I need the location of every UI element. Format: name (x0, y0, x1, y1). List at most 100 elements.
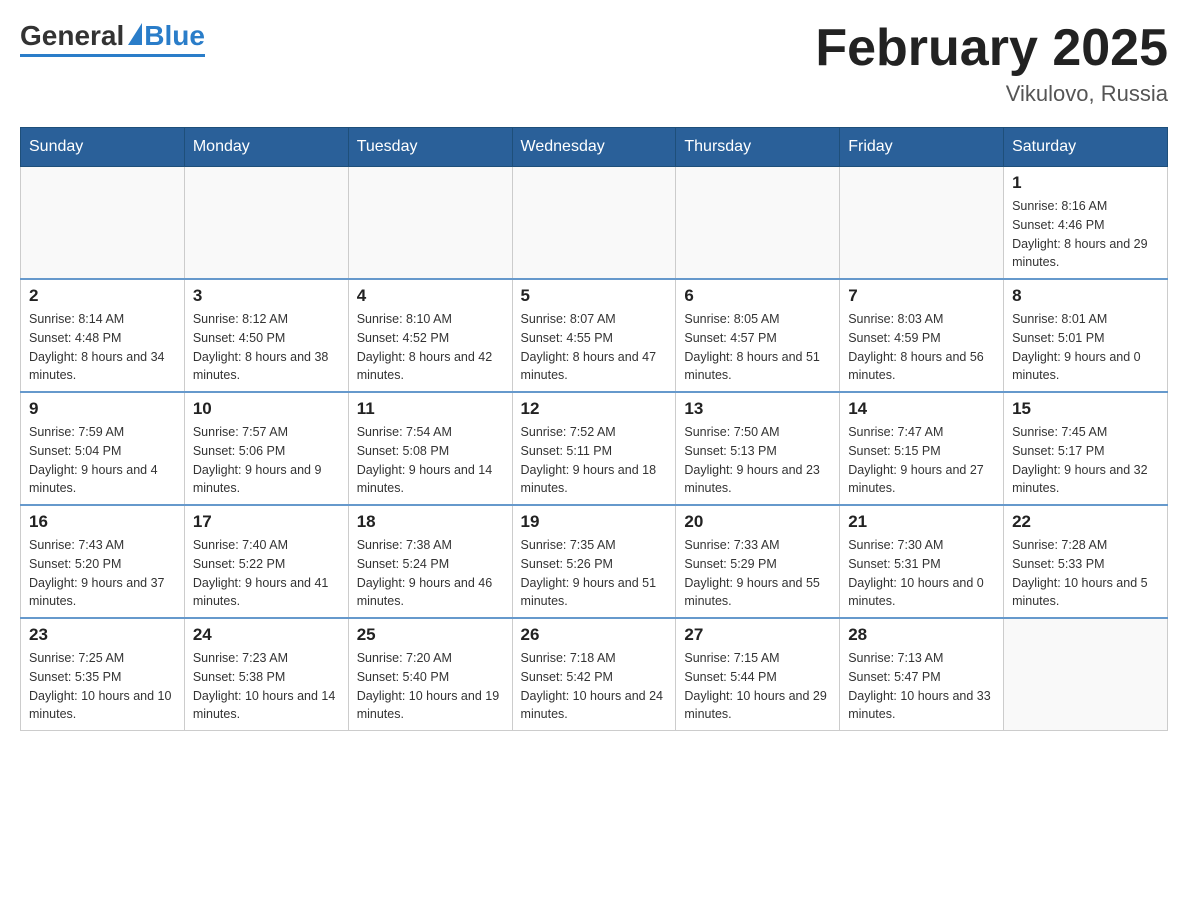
day-number: 25 (357, 625, 504, 645)
day-number: 3 (193, 286, 340, 306)
day-info: Sunrise: 8:14 AMSunset: 4:48 PMDaylight:… (29, 310, 176, 385)
calendar-cell: 22Sunrise: 7:28 AMSunset: 5:33 PMDayligh… (1004, 505, 1168, 618)
day-info: Sunrise: 7:18 AMSunset: 5:42 PMDaylight:… (521, 649, 668, 724)
calendar-cell: 9 Sunrise: 7:59 AMSunset: 5:04 PMDaylight… (21, 392, 185, 505)
day-info: Sunrise: 7:30 AMSunset: 5:31 PMDaylight:… (848, 536, 995, 611)
day-number: 24 (193, 625, 340, 645)
day-number: 23 (29, 625, 176, 645)
calendar-cell: 4 Sunrise: 8:10 AMSunset: 4:52 PMDaylight… (348, 279, 512, 392)
day-info: Sunrise: 7:33 AMSunset: 5:29 PMDaylight:… (684, 536, 831, 611)
calendar-cell: 13Sunrise: 7:50 AMSunset: 5:13 PMDayligh… (676, 392, 840, 505)
day-info: Sunrise: 7:45 AMSunset: 5:17 PMDaylight:… (1012, 423, 1159, 498)
calendar-cell (840, 167, 1004, 280)
day-info: Sunrise: 8:01 AMSunset: 5:01 PMDaylight:… (1012, 310, 1159, 385)
day-number: 28 (848, 625, 995, 645)
calendar-cell: 27 Sunrise: 7:15 AMSunset: 5:44 PMDayligh… (676, 618, 840, 731)
day-info: Sunrise: 7:40 AMSunset: 5:22 PMDaylight:… (193, 536, 340, 611)
calendar-cell: 25 Sunrise: 7:20 AMSunset: 5:40 PMDayligh… (348, 618, 512, 731)
day-info: Sunrise: 7:38 AMSunset: 5:24 PMDaylight:… (357, 536, 504, 611)
calendar-cell: 18 Sunrise: 7:38 AMSunset: 5:24 PMDayligh… (348, 505, 512, 618)
calendar-cell: 17 Sunrise: 7:40 AMSunset: 5:22 PMDayligh… (184, 505, 348, 618)
day-number: 9 (29, 399, 176, 419)
day-number: 5 (521, 286, 668, 306)
location-title: Vikulovo, Russia (815, 81, 1168, 107)
day-info: Sunrise: 7:43 AMSunset: 5:20 PMDaylight:… (29, 536, 176, 611)
calendar-cell (184, 167, 348, 280)
day-number: 13 (684, 399, 831, 419)
weekday-header-tuesday: Tuesday (348, 128, 512, 167)
calendar-cell (1004, 618, 1168, 731)
calendar-cell: 1 Sunrise: 8:16 AMSunset: 4:46 PMDaylight… (1004, 167, 1168, 280)
day-info: Sunrise: 7:20 AMSunset: 5:40 PMDaylight:… (357, 649, 504, 724)
calendar-cell: 10 Sunrise: 7:57 AMSunset: 5:06 PMDayligh… (184, 392, 348, 505)
weekday-header-thursday: Thursday (676, 128, 840, 167)
calendar-cell: 26Sunrise: 7:18 AMSunset: 5:42 PMDayligh… (512, 618, 676, 731)
logo-underline (20, 54, 205, 57)
calendar-cell: 14 Sunrise: 7:47 AMSunset: 5:15 PMDayligh… (840, 392, 1004, 505)
calendar-week-5: 23 Sunrise: 7:25 AMSunset: 5:35 PMDayligh… (21, 618, 1168, 731)
calendar-cell: 23 Sunrise: 7:25 AMSunset: 5:35 PMDayligh… (21, 618, 185, 731)
logo-blue-text: Blue (144, 20, 205, 52)
day-number: 4 (357, 286, 504, 306)
calendar-cell (348, 167, 512, 280)
weekday-header-wednesday: Wednesday (512, 128, 676, 167)
day-number: 15 (1012, 399, 1159, 419)
day-info: Sunrise: 7:54 AMSunset: 5:08 PMDaylight:… (357, 423, 504, 498)
day-number: 2 (29, 286, 176, 306)
day-info: Sunrise: 8:16 AMSunset: 4:46 PMDaylight:… (1012, 197, 1159, 272)
calendar-cell: 3Sunrise: 8:12 AMSunset: 4:50 PMDaylight… (184, 279, 348, 392)
calendar-cell: 12 Sunrise: 7:52 AMSunset: 5:11 PMDayligh… (512, 392, 676, 505)
page-header: General Blue February 2025 Vikulovo, Rus… (20, 20, 1168, 107)
day-info: Sunrise: 7:52 AMSunset: 5:11 PMDaylight:… (521, 423, 668, 498)
day-info: Sunrise: 8:07 AMSunset: 4:55 PMDaylight:… (521, 310, 668, 385)
weekday-header-saturday: Saturday (1004, 128, 1168, 167)
day-info: Sunrise: 7:47 AMSunset: 5:15 PMDaylight:… (848, 423, 995, 498)
logo-triangle-icon (128, 23, 142, 45)
day-number: 8 (1012, 286, 1159, 306)
day-info: Sunrise: 7:28 AMSunset: 5:33 PMDaylight:… (1012, 536, 1159, 611)
logo-general-text: General (20, 20, 124, 52)
calendar-cell: 7Sunrise: 8:03 AMSunset: 4:59 PMDaylight… (840, 279, 1004, 392)
calendar-cell (512, 167, 676, 280)
logo: General Blue (20, 20, 205, 57)
day-number: 10 (193, 399, 340, 419)
calendar-header-row: SundayMondayTuesdayWednesdayThursdayFrid… (21, 128, 1168, 167)
calendar-table: SundayMondayTuesdayWednesdayThursdayFrid… (20, 127, 1168, 731)
day-number: 18 (357, 512, 504, 532)
day-info: Sunrise: 8:05 AMSunset: 4:57 PMDaylight:… (684, 310, 831, 385)
calendar-cell: 21 Sunrise: 7:30 AMSunset: 5:31 PMDayligh… (840, 505, 1004, 618)
day-info: Sunrise: 7:13 AMSunset: 5:47 PMDaylight:… (848, 649, 995, 724)
day-info: Sunrise: 8:10 AMSunset: 4:52 PMDaylight:… (357, 310, 504, 385)
month-title: February 2025 (815, 20, 1168, 77)
day-number: 19 (521, 512, 668, 532)
calendar-week-3: 9 Sunrise: 7:59 AMSunset: 5:04 PMDaylight… (21, 392, 1168, 505)
calendar-cell: 24Sunrise: 7:23 AMSunset: 5:38 PMDayligh… (184, 618, 348, 731)
day-info: Sunrise: 7:15 AMSunset: 5:44 PMDaylight:… (684, 649, 831, 724)
day-number: 12 (521, 399, 668, 419)
day-number: 11 (357, 399, 504, 419)
calendar-week-2: 2 Sunrise: 8:14 AMSunset: 4:48 PMDaylight… (21, 279, 1168, 392)
calendar-week-1: 1 Sunrise: 8:16 AMSunset: 4:46 PMDaylight… (21, 167, 1168, 280)
day-number: 16 (29, 512, 176, 532)
day-info: Sunrise: 7:25 AMSunset: 5:35 PMDaylight:… (29, 649, 176, 724)
day-info: Sunrise: 7:57 AMSunset: 5:06 PMDaylight:… (193, 423, 340, 498)
day-number: 20 (684, 512, 831, 532)
day-number: 17 (193, 512, 340, 532)
calendar-cell: 11 Sunrise: 7:54 AMSunset: 5:08 PMDayligh… (348, 392, 512, 505)
day-info: Sunrise: 7:59 AMSunset: 5:04 PMDaylight:… (29, 423, 176, 498)
day-number: 14 (848, 399, 995, 419)
calendar-cell: 15 Sunrise: 7:45 AMSunset: 5:17 PMDayligh… (1004, 392, 1168, 505)
title-block: February 2025 Vikulovo, Russia (815, 20, 1168, 107)
day-number: 27 (684, 625, 831, 645)
weekday-header-monday: Monday (184, 128, 348, 167)
day-number: 6 (684, 286, 831, 306)
calendar-cell: 19 Sunrise: 7:35 AMSunset: 5:26 PMDayligh… (512, 505, 676, 618)
calendar-cell: 28 Sunrise: 7:13 AMSunset: 5:47 PMDayligh… (840, 618, 1004, 731)
weekday-header-sunday: Sunday (21, 128, 185, 167)
calendar-cell: 8 Sunrise: 8:01 AMSunset: 5:01 PMDaylight… (1004, 279, 1168, 392)
day-number: 21 (848, 512, 995, 532)
calendar-cell: 20 Sunrise: 7:33 AMSunset: 5:29 PMDayligh… (676, 505, 840, 618)
day-info: Sunrise: 7:35 AMSunset: 5:26 PMDaylight:… (521, 536, 668, 611)
day-number: 1 (1012, 173, 1159, 193)
calendar-cell: 6 Sunrise: 8:05 AMSunset: 4:57 PMDaylight… (676, 279, 840, 392)
